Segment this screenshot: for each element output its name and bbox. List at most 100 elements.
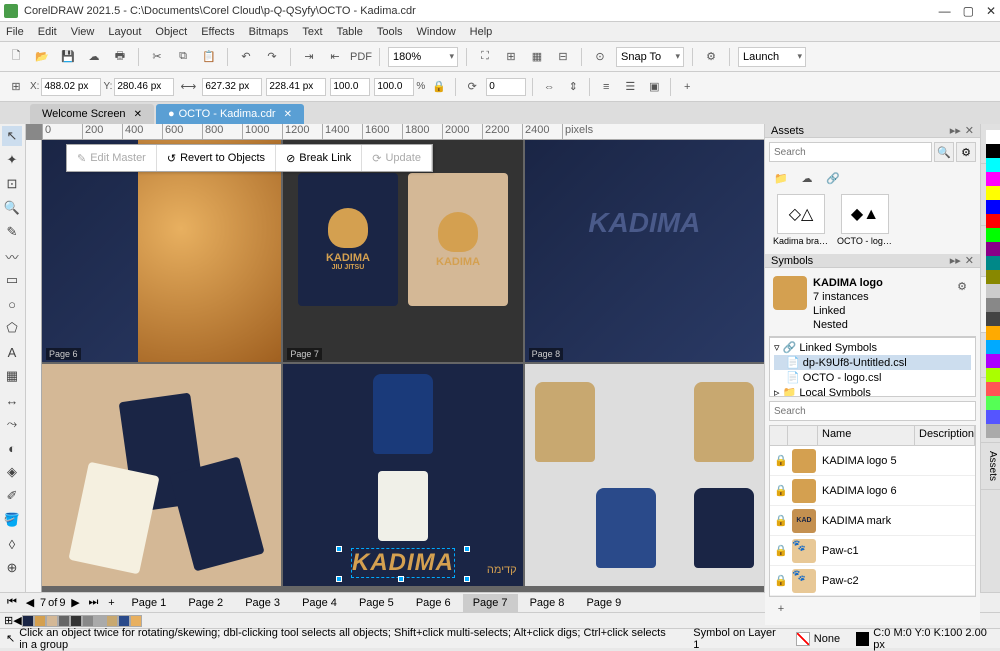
page-thumb[interactable]: KADIMAJIU JITSU KADIMA Page 7 [283,140,522,362]
artistic-tool[interactable]: 〰 [2,246,22,266]
open-button[interactable]: 📂 [32,47,52,67]
color-swatch[interactable] [986,424,1000,438]
mirror-v-button[interactable]: ⇕ [563,77,583,97]
launch-dropdown[interactable]: Launch [738,47,806,67]
color-swatch[interactable] [986,396,1000,410]
outline-tool[interactable]: ◊ [2,534,22,554]
rotation-input[interactable] [486,78,526,96]
page-thumb[interactable]: Page 6 [42,140,281,362]
asset-item[interactable]: ◇△Kadima brand... [773,194,829,246]
page-thumb-selected[interactable]: KADIMA קדימה [283,364,522,586]
page-tab[interactable]: Page 5 [349,594,404,612]
align-button[interactable]: ≡ [596,77,616,97]
add-button[interactable]: + [677,77,697,97]
connector-tool[interactable]: ⤳ [2,414,22,434]
page-tab[interactable]: Page 2 [178,594,233,612]
table-tool[interactable]: ▦ [2,366,22,386]
color-swatch[interactable] [986,382,1000,396]
vtab-assets[interactable]: Assets [981,443,1000,490]
fullscreen-button[interactable]: ⛶ [475,47,495,67]
polygon-tool[interactable]: ⬠ [2,318,22,338]
cut-button[interactable]: ✂ [147,47,167,67]
selected-symbol[interactable]: KADIMA [351,548,455,578]
menu-object[interactable]: Object [155,26,187,38]
list-item[interactable]: 🔒🐾Paw-c1 [770,536,975,566]
pick-tool[interactable]: ↖ [2,126,22,146]
symbol-list[interactable]: NameDescription 🔒KADIMA logo 5 🔒KADIMA l… [769,425,976,597]
color-swatch[interactable] [986,354,1000,368]
list-item[interactable]: 🔒KADKADIMA mark [770,506,975,536]
add-tool[interactable]: ⊕ [2,558,22,578]
lock-ratio-button[interactable]: 🔒 [429,77,449,97]
ruler-horizontal[interactable]: 0200400600800100012001400160018002000220… [42,124,764,140]
symbols-search-input[interactable] [769,401,976,421]
snapto-dropdown[interactable]: Snap To [616,47,684,67]
grid-button[interactable]: ▦ [527,47,547,67]
update-button[interactable]: ⟳Update [362,145,432,171]
gear-button[interactable]: ⚙ [956,142,976,162]
color-swatch[interactable] [986,130,1000,144]
palette-menu-icon[interactable]: ⊞ [4,614,13,627]
panel-menu-icon[interactable]: ▸▸ [950,124,961,137]
paste-button[interactable]: 📋 [199,47,219,67]
menu-file[interactable]: File [6,26,24,38]
color-swatch[interactable] [986,144,1000,158]
redo-button[interactable]: ↷ [262,47,282,67]
page-tab[interactable]: Page 1 [121,594,176,612]
dimension-tool[interactable]: ↔ [2,390,22,410]
list-item[interactable]: 🔒🐾Paw-c2 [770,566,975,596]
page-tab[interactable]: Page 8 [520,594,575,612]
print-button[interactable]: 🖶 [110,47,130,67]
panel-close-icon[interactable]: ✕ [965,124,974,137]
symbol-tree[interactable]: ▿ 🔗 Linked Symbols 📄 dp-K9Uf8-Untitled.c… [769,337,976,397]
new-button[interactable]: 🗋 [6,47,26,67]
assets-search-input[interactable] [769,142,932,162]
color-swatch[interactable] [986,410,1000,424]
prev-page-button[interactable]: ◀ [22,595,38,611]
break-link-button[interactable]: ⊘Break Link [276,145,362,171]
symbols-header[interactable]: Symbols ▸▸✕ [765,254,980,268]
page-tab[interactable]: Page 6 [406,594,461,612]
asset-item[interactable]: ◆▲OCTO - logo.csl [837,194,893,246]
freehand-tool[interactable]: ✎ [2,222,22,242]
x-input[interactable] [41,78,101,96]
save-button[interactable]: 💾 [58,47,78,67]
text-tool[interactable]: A [2,342,22,362]
color-swatch[interactable] [986,186,1000,200]
tab-welcome[interactable]: Welcome Screen✕ [30,104,154,124]
list-item[interactable]: 🔒KADIMA logo 6 [770,476,975,506]
close-button[interactable]: ✕ [986,4,996,18]
palette-left-icon[interactable]: ◀ [13,614,21,627]
scale-y-input[interactable] [374,78,414,96]
color-swatch[interactable] [986,158,1000,172]
page-thumb[interactable] [525,364,764,586]
zoom-dropdown[interactable]: 180% [388,47,458,67]
fill-tool[interactable]: 🪣 [2,510,22,530]
import-button[interactable]: ⇥ [299,47,319,67]
scale-x-input[interactable] [330,78,370,96]
page-tab[interactable]: Page 9 [576,594,631,612]
first-page-button[interactable]: ⏮ [4,595,20,611]
ellipse-tool[interactable]: ○ [2,294,22,314]
page-tab[interactable]: Page 7 [463,594,518,612]
menu-table[interactable]: Table [337,26,363,38]
next-page-button[interactable]: ▶ [67,595,83,611]
height-input[interactable] [266,78,326,96]
minimize-button[interactable]: — [939,4,951,18]
menu-bitmaps[interactable]: Bitmaps [249,26,289,38]
rulers-button[interactable]: ⊞ [501,47,521,67]
last-page-button[interactable]: ⏭ [85,595,101,611]
search-button[interactable]: 🔍 [934,142,954,162]
cloud-button[interactable]: ☁ [84,47,104,67]
color-swatch[interactable] [986,200,1000,214]
color-swatch[interactable] [986,214,1000,228]
ruler-vertical[interactable] [26,140,42,592]
order-button[interactable]: ☰ [620,77,640,97]
menu-help[interactable]: Help [470,26,493,38]
menu-view[interactable]: View [71,26,95,38]
add-symbol-button[interactable]: + [771,599,791,619]
page-thumb[interactable]: KADIMA Page 8 [525,140,764,362]
color-swatch[interactable] [986,298,1000,312]
menu-tools[interactable]: Tools [377,26,403,38]
fill-swatch[interactable] [796,632,810,646]
